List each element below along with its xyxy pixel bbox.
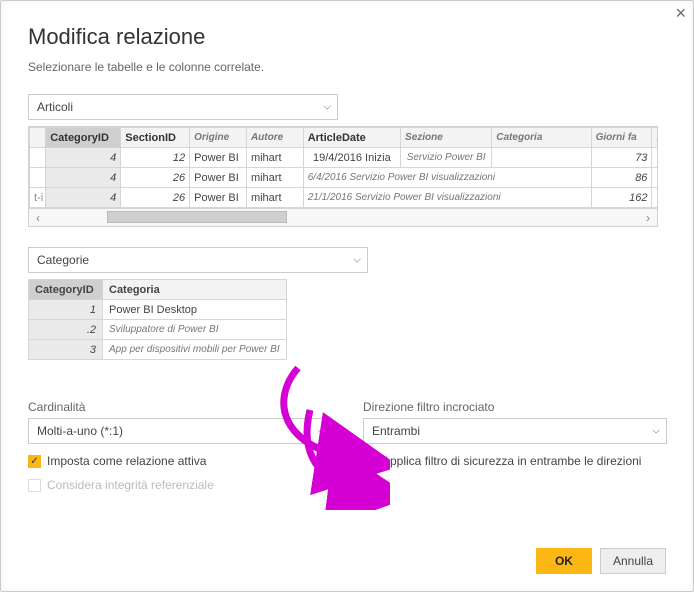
chevron-down-icon: ⌵ xyxy=(353,255,361,266)
scroll-right-icon[interactable]: › xyxy=(639,211,657,225)
row-header-blank xyxy=(30,128,46,148)
cancel-button[interactable]: Annulla xyxy=(600,548,666,574)
col-autore[interactable]: Autore xyxy=(246,128,303,148)
col-categoria[interactable]: Categoria xyxy=(492,128,591,148)
table1-grid[interactable]: CategoryID SectionID Origine Autore Arti… xyxy=(29,127,658,208)
col-origine[interactable]: Origine xyxy=(190,128,247,148)
col-sectionid[interactable]: SectionID xyxy=(121,128,190,148)
scroll-thumb[interactable] xyxy=(107,211,287,223)
checkbox-checked-icon: ✓ xyxy=(363,455,376,468)
crossfilter-label: Direzione filtro incrociato xyxy=(363,400,666,414)
cardinality-value: Molti-a-uno (*:1) xyxy=(37,424,123,438)
scroll-left-icon[interactable]: ‹ xyxy=(29,211,47,225)
table1-select[interactable]: Articoli ⌵ xyxy=(28,94,338,120)
table-row[interactable]: 4 12 Power BI mihart 19/4/2016 Inizia Se… xyxy=(30,148,659,168)
referential-integrity-label: Considera integrità referenziale xyxy=(47,478,214,492)
table-row[interactable]: .2 Sviluppatore di Power BI xyxy=(29,320,287,340)
chevron-down-icon: ⌵ xyxy=(317,426,325,437)
ok-button[interactable]: OK xyxy=(536,548,592,574)
chevron-down-icon: ⌵ xyxy=(323,102,331,113)
table1-select-value: Articoli xyxy=(37,100,73,114)
col-categoryid[interactable]: CategoryID xyxy=(46,128,121,148)
crossfilter-select[interactable]: Entrambi ⌵ xyxy=(363,418,667,444)
table1-scrollbar[interactable]: ‹ › xyxy=(29,208,657,226)
col-articledate[interactable]: ArticleDate xyxy=(303,128,400,148)
cardinality-label: Cardinalità xyxy=(28,400,331,414)
security-filter-checkbox[interactable]: ✓ Applica filtro di sicurezza in entramb… xyxy=(363,454,666,468)
col-ntioza[interactable]: Ntioza xyxy=(652,128,658,148)
chevron-down-icon: ⌵ xyxy=(652,426,660,437)
crossfilter-value: Entrambi xyxy=(372,424,420,438)
table-row[interactable]: 4 26 Power BI mihart 6/4/2016 Servizio P… xyxy=(30,168,659,188)
edit-relationship-dialog: Modifica relazione Selezionare le tabell… xyxy=(0,0,694,552)
table-row[interactable]: t-i 4 26 Power BI mihart 21/1/2016 Servi… xyxy=(30,188,659,208)
cardinality-select[interactable]: Molti-a-uno (*:1) ⌵ xyxy=(28,418,332,444)
col2-categoria[interactable]: Categoria xyxy=(103,280,287,300)
table2-select-value: Categorie xyxy=(37,253,89,267)
table2-select[interactable]: Categorie ⌵ xyxy=(28,247,368,273)
active-relationship-label: Imposta come relazione attiva xyxy=(47,454,206,468)
table-row[interactable]: 3 App per dispositivi mobili per Power B… xyxy=(29,340,287,360)
table2-grid[interactable]: CategoryID Categoria 1 Power BI Desktop … xyxy=(28,279,287,360)
dialog-subtitle: Selezionare le tabelle e le colonne corr… xyxy=(28,60,666,74)
dialog-title: Modifica relazione xyxy=(28,24,666,50)
checkbox-checked-icon: ✓ xyxy=(28,455,41,468)
col-giorni[interactable]: Giorni fa xyxy=(591,128,652,148)
referential-integrity-checkbox: Considera integrità referenziale xyxy=(28,478,331,492)
checkbox-empty-icon xyxy=(28,479,41,492)
security-filter-label: Applica filtro di sicurezza in entrambe … xyxy=(382,454,641,468)
active-relationship-checkbox[interactable]: ✓ Imposta come relazione attiva xyxy=(28,454,331,468)
col-sezione[interactable]: Sezione xyxy=(401,128,492,148)
col2-categoryid[interactable]: CategoryID xyxy=(29,280,103,300)
close-icon[interactable]: × xyxy=(675,4,686,22)
table1-preview: CategoryID SectionID Origine Autore Arti… xyxy=(28,126,658,227)
table-row[interactable]: 1 Power BI Desktop xyxy=(29,300,287,320)
scroll-track[interactable] xyxy=(47,209,639,226)
